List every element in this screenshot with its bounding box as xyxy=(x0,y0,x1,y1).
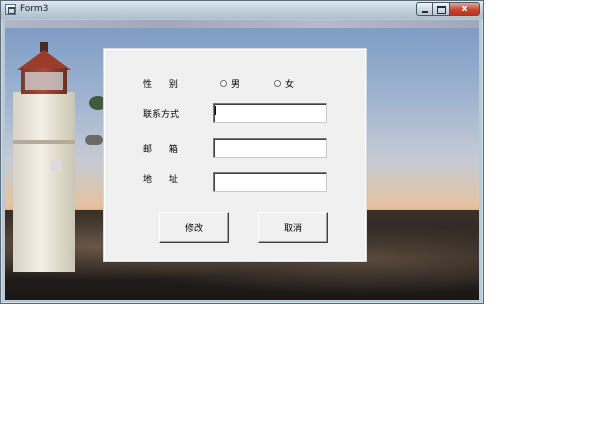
cancel-button[interactable]: 取消 xyxy=(258,212,328,243)
minimize-icon xyxy=(422,11,428,13)
email-label: 邮 箱 xyxy=(143,145,185,155)
gender-radio-female[interactable]: 女 xyxy=(274,77,294,90)
close-icon: x xyxy=(461,4,468,14)
maximize-button[interactable] xyxy=(433,2,450,16)
caption-buttons: x xyxy=(416,2,480,16)
lighthouse-band xyxy=(13,140,75,144)
title-bar[interactable]: Form3 x xyxy=(1,1,483,19)
edit-info-panel: 性 别 男 女 联系方式 邮 箱 地 址 修改 取消 xyxy=(104,49,366,261)
address-label: 地 址 xyxy=(143,175,185,185)
window-title: Form3 xyxy=(20,4,49,14)
gender-radio-male[interactable]: 男 xyxy=(220,77,240,90)
lighthouse-window xyxy=(85,135,103,145)
email-input[interactable] xyxy=(213,138,327,158)
radio-male-label[interactable]: 男 xyxy=(231,77,240,90)
contact-label: 联系方式 xyxy=(143,110,180,120)
address-input[interactable] xyxy=(213,172,327,192)
minimize-button[interactable] xyxy=(416,2,433,16)
lantern-glass xyxy=(25,72,63,90)
gender-label: 性 别 xyxy=(143,80,185,90)
lighthouse-tower xyxy=(13,92,75,272)
form-app-icon[interactable] xyxy=(5,4,16,15)
radio-female-indicator[interactable] xyxy=(274,80,281,87)
lighthouse-roof xyxy=(17,50,71,70)
radio-female-label[interactable]: 女 xyxy=(285,77,294,90)
modify-button[interactable]: 修改 xyxy=(159,212,229,243)
lighthouse-lamp xyxy=(51,160,61,170)
close-button[interactable]: x xyxy=(450,2,480,16)
maximize-icon xyxy=(437,6,446,14)
contact-input[interactable] xyxy=(213,103,327,123)
text-caret xyxy=(215,106,216,115)
photo-top-strip xyxy=(5,20,479,28)
radio-male-indicator[interactable] xyxy=(220,80,227,87)
